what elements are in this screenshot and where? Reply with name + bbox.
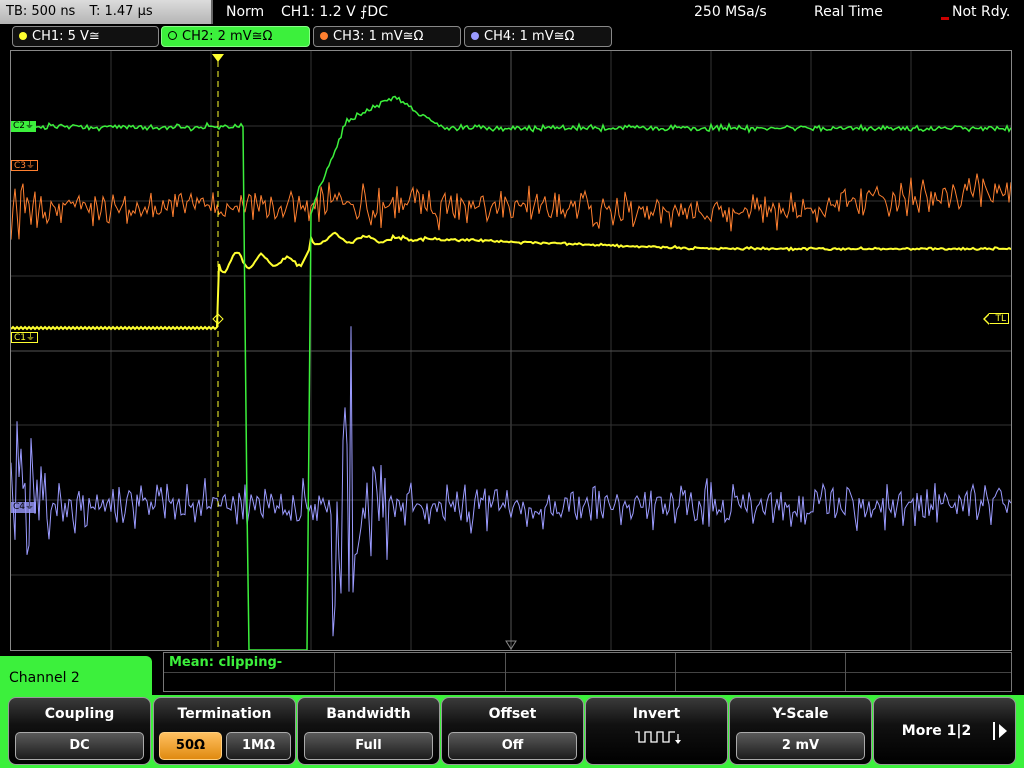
coupling-value[interactable]: DC [15, 732, 144, 760]
trigger-setting[interactable]: CH1: 1.2 V ⨍DC [281, 0, 388, 24]
yscale-value[interactable]: 2 mV [736, 732, 865, 760]
yscale-softkey[interactable]: Y-Scale 2 mV [729, 697, 872, 765]
ch4-trace [11, 326, 1011, 637]
reference-marker-icon [505, 640, 517, 650]
trigger-level-marker[interactable]: TL [983, 313, 1009, 325]
termination-softkey[interactable]: Termination 50Ω 1MΩ [153, 697, 296, 765]
ch1-trace [11, 231, 1011, 331]
ch2-color-icon [168, 31, 177, 40]
meas-divider [845, 653, 846, 691]
status-bar: TB: 500 ns T: 1.47 µs Norm CH1: 1.2 V ⨍D… [0, 0, 1024, 24]
ch3-ground-marker[interactable]: C3⏚ [11, 160, 39, 171]
pulse-train-invert-icon [635, 731, 681, 744]
tab-ch4-label: CH4: 1 mV≅Ω [484, 29, 575, 44]
invert-title: Invert [632, 706, 681, 722]
trigger-time-value: T: 1.47 µs [89, 4, 153, 19]
bandwidth-softkey[interactable]: Bandwidth Full [297, 697, 440, 765]
sample-rate: 250 MSa/s [694, 4, 767, 20]
acquisition-status: Norm CH1: 1.2 V ⨍DC 250 MSa/s Real Time … [216, 0, 1024, 24]
offset-softkey[interactable]: Offset Off [441, 697, 584, 765]
more-label: More 1|2 [901, 723, 972, 739]
termination-1mohm-option[interactable]: 1MΩ [226, 732, 291, 760]
meas-divider [675, 653, 676, 691]
tab-ch2[interactable]: CH2: 2 mV≅Ω [161, 26, 310, 47]
tab-ch1[interactable]: CH1: 5 V≅ [12, 26, 159, 47]
status-indicator-icon [941, 17, 949, 20]
more-bar-icon [993, 722, 995, 740]
offset-title: Offset [488, 706, 537, 722]
measurement-panel: Mean: clipping- [163, 652, 1012, 692]
coupling-softkey[interactable]: Coupling DC [8, 697, 151, 765]
softkey-bar: Coupling DC Termination 50Ω 1MΩ Bandwidt… [0, 695, 1024, 768]
waveform-display[interactable]: C2⏚ C3⏚ C1⏚ C4⏚ TL [10, 50, 1012, 651]
ch1-ground-marker[interactable]: C1⏚ [11, 332, 39, 343]
termination-50ohm-option[interactable]: 50Ω [159, 732, 222, 760]
trigger-position-icon [212, 54, 224, 62]
ch3-color-icon [320, 32, 328, 40]
menu-title: Channel 2 [0, 656, 152, 700]
trigger-mode[interactable]: Norm [226, 0, 264, 24]
ready-status: Not Rdy. [952, 4, 1011, 20]
termination-title: Termination [177, 706, 272, 722]
tab-ch3-label: CH3: 1 mV≅Ω [333, 29, 424, 44]
tab-ch3[interactable]: CH3: 1 mV≅Ω [313, 26, 461, 47]
invert-softkey[interactable]: Invert [585, 697, 728, 765]
timebase-value: TB: 500 ns [6, 4, 76, 19]
tab-ch2-label: CH2: 2 mV≅Ω [182, 29, 273, 44]
ch4-ground-marker[interactable]: C4⏚ [11, 502, 37, 513]
bandwidth-title: Bandwidth [326, 706, 411, 722]
next-page-arrow-icon [999, 724, 1007, 738]
channel-tabs: CH1: 5 V≅ CH2: 2 mV≅Ω CH3: 1 mV≅Ω CH4: 1… [0, 26, 1024, 48]
offset-value[interactable]: Off [448, 732, 577, 760]
bandwidth-value[interactable]: Full [304, 732, 433, 760]
ch1-color-icon [19, 32, 27, 40]
meas-divider [505, 653, 506, 691]
ch2-trace [11, 95, 1011, 650]
ch4-color-icon [471, 32, 479, 40]
timebase-display[interactable]: TB: 500 ns T: 1.47 µs [0, 0, 213, 24]
meas-divider [164, 672, 1011, 673]
more-softkey[interactable]: More 1|2 [873, 697, 1016, 765]
ch3-trace [11, 173, 1011, 240]
coupling-title: Coupling [44, 706, 115, 722]
meas-divider [334, 653, 335, 691]
tab-ch1-label: CH1: 5 V≅ [32, 29, 100, 44]
tab-ch4[interactable]: CH4: 1 mV≅Ω [464, 26, 612, 47]
yscale-title: Y-Scale [772, 706, 829, 722]
measurement-readout: Mean: clipping- [169, 655, 283, 670]
acquisition-mode: Real Time [814, 4, 883, 20]
waveforms [11, 54, 1011, 650]
ch2-ground-marker[interactable]: C2⏚ [11, 121, 37, 132]
